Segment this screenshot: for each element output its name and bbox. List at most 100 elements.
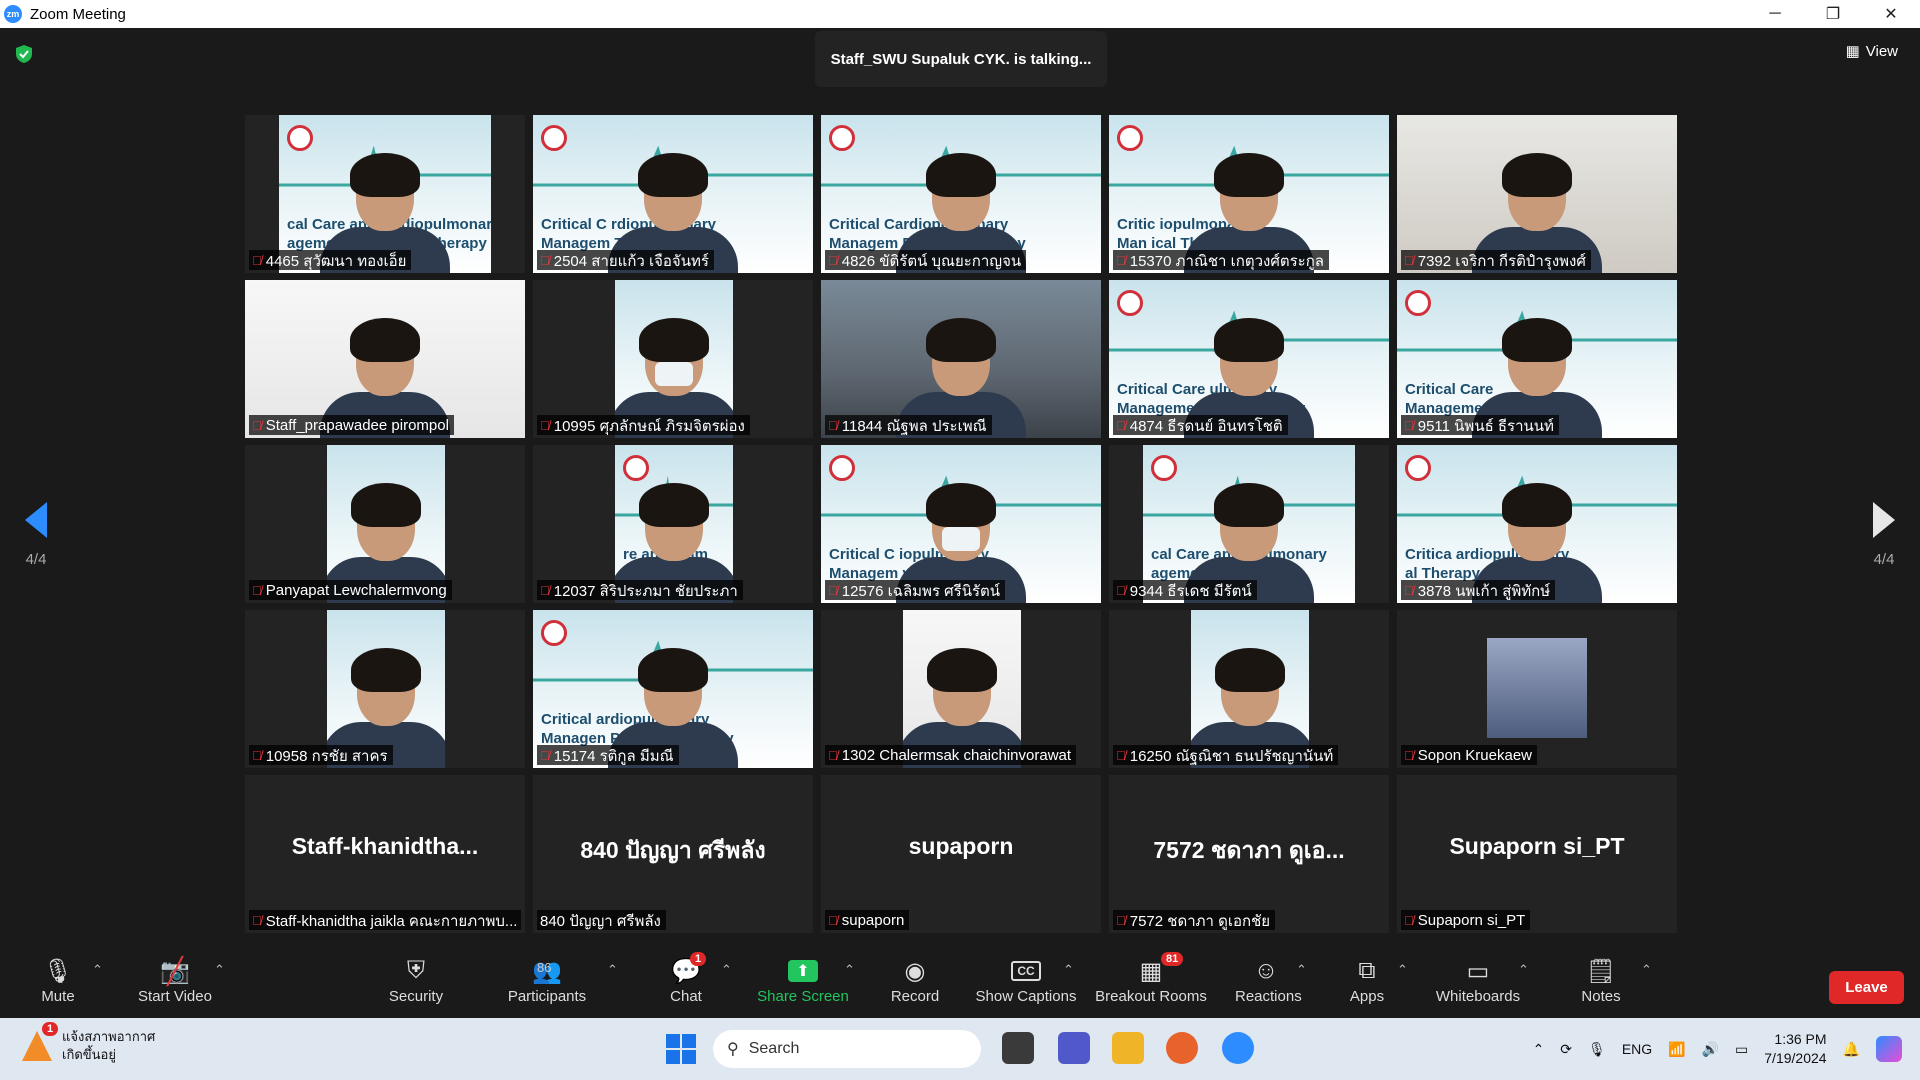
show-captions-button[interactable]: CC Show Captions <box>975 956 1077 1005</box>
video-tile[interactable]: Critical Care Manageme 🎙̸ 9511 นิพนธ์ ธีราน… <box>1397 280 1677 438</box>
battery-icon[interactable]: ▭ <box>1735 1041 1748 1058</box>
arrow-left-icon[interactable] <box>23 500 49 540</box>
view-button[interactable]: ▦ View <box>1845 42 1898 61</box>
name-only-tile[interactable]: 840 ปัญญา ศรีพลัง 840 ปัญญา ศรีพลัง <box>533 775 813 933</box>
video-tile[interactable]: cal Care and C ulmonaryagement for Thera… <box>1109 445 1389 603</box>
participant-head <box>1215 648 1285 726</box>
name-only-tile[interactable]: Staff-khanidtha... 🎙̸ Staff-khanidtha jaik… <box>245 775 525 933</box>
name-only-tile[interactable]: supaporn 🎙̸ supaporn <box>821 775 1101 933</box>
participant-display-name: supaporn <box>908 833 1014 859</box>
windows-start-icon[interactable] <box>666 1034 696 1064</box>
file-explorer-icon[interactable] <box>1112 1032 1144 1064</box>
wifi-icon[interactable]: 📶 <box>1668 1041 1685 1058</box>
video-tile[interactable]: 🎙̸ 10995 ศุภลักษณ์ ภิรมจิตรผ่อง <box>533 280 813 438</box>
breakout-rooms-button[interactable]: ▦ 81 Breakout Rooms <box>1095 952 1207 1005</box>
video-tile[interactable]: Critical C iopulmonaryManagem ysical The… <box>821 445 1101 603</box>
participant-name-label: 🎙̸ Staff_prapawadee pirompol <box>249 415 454 435</box>
video-tile[interactable]: Critica ardiopulmonary al Therapy 🎙̸ 3878 … <box>1397 445 1677 603</box>
captions-caret[interactable]: ⌃ <box>1063 962 1074 978</box>
participants-caret[interactable]: ⌃ <box>607 962 618 978</box>
video-tile[interactable]: 🎙̸ 1302 Chalermsak chaichinvorawat <box>821 610 1101 768</box>
task-view-icon[interactable] <box>1002 1032 1034 1064</box>
video-tile[interactable]: Critical CardiopulmonaryManagem Physical… <box>821 115 1101 273</box>
weather-subtitle: เกิดขึ้นอยู่ <box>62 1047 116 1062</box>
microphone-tray-icon[interactable]: 🎙 <box>1588 1041 1606 1058</box>
video-tile[interactable]: Critical Care ulmonaryManagement f cal T… <box>1109 280 1389 438</box>
video-tile[interactable]: re and pulmnt for al Th🎙̸12037 สิริประภม… <box>533 445 813 603</box>
chat-button[interactable]: 💬 1 Chat <box>666 952 707 1005</box>
apps-button[interactable]: ⧉ Apps <box>1349 956 1385 1005</box>
video-tile[interactable]: 🎙̸ Panyapat Lewchalermvong <box>245 445 525 603</box>
zoom-taskbar-icon[interactable] <box>1222 1032 1254 1064</box>
notification-bell-icon[interactable]: 🔔 <box>1843 1041 1860 1058</box>
participant-name-label: 🎙̸ supaporn <box>825 910 910 930</box>
arrow-right-icon[interactable] <box>1871 500 1897 540</box>
participants-button[interactable]: 👥 86 Participants <box>505 956 589 1006</box>
record-button[interactable]: ◉ Record <box>889 956 941 1006</box>
notes-button[interactable]: 🗒 Notes <box>1578 956 1624 1006</box>
video-tile[interactable]: Critic iopulmonary Man ical Therapy 🎙̸ 1537… <box>1109 115 1389 273</box>
share-screen-label: Share Screen <box>757 988 849 1005</box>
chat-badge: 1 <box>690 952 707 966</box>
captions-label: Show Captions <box>975 988 1077 1005</box>
chat-caret[interactable]: ⌃ <box>721 962 732 978</box>
participant-display-name: 7572 ชดาภา ดูเอ... <box>1153 837 1345 863</box>
copilot-icon[interactable] <box>1876 1036 1902 1062</box>
share-screen-button[interactable]: ⬆ Share Screen <box>756 956 850 1005</box>
video-options-caret[interactable]: ⌃ <box>214 962 225 978</box>
minimize-button[interactable]: ─ <box>1746 0 1804 28</box>
notes-caret[interactable]: ⌃ <box>1641 962 1652 978</box>
mute-button[interactable]: 🎙 Mute <box>34 956 82 1006</box>
encryption-shield-icon[interactable] <box>14 44 34 64</box>
participant-head <box>927 648 997 726</box>
participant-name-label: 🎙̸ 7572 ชดาภา ดูเอกชัย <box>1113 910 1276 930</box>
grid-icon: ▦ <box>1845 43 1860 60</box>
faculty-logo-icon <box>1405 455 1431 481</box>
taskbar-search[interactable]: ⚲ Search <box>713 1030 981 1068</box>
apps-caret[interactable]: ⌃ <box>1397 962 1408 978</box>
whiteboards-button[interactable]: ▭ Whiteboards <box>1433 956 1523 1006</box>
name-only-tile[interactable]: Supaporn si_PT 🎙̸ Supaporn si_PT <box>1397 775 1677 933</box>
leave-button[interactable]: Leave <box>1829 971 1904 1004</box>
name-only-tile[interactable]: 7572 ชดาภา ดูเอ... 🎙̸ 7572 ชดาภา ดูเอกชัย <box>1109 775 1389 933</box>
language-indicator[interactable]: ENG <box>1622 1041 1652 1057</box>
volume-icon[interactable]: 🔊 <box>1702 1041 1719 1058</box>
chevron-up-icon[interactable]: ⌃ <box>1533 1041 1545 1058</box>
mic-muted-icon: 🎙̸ <box>252 583 262 598</box>
sync-icon[interactable]: ⟳ <box>1560 1041 1572 1058</box>
video-tile[interactable]: 🎙̸ Staff_prapawadee pirompol <box>245 280 525 438</box>
system-tray: ⌃ ⟳ 🎙 ENG 📶 🔊 ▭ 1:36 PM 7/19/2024 🔔 <box>1533 1018 1920 1080</box>
reactions-button[interactable]: ☺ Reactions <box>1235 956 1302 1005</box>
weather-widget[interactable]: 1 แจ้งสภาพอากาศ เกิดขึ้นอยู่ <box>22 1022 155 1064</box>
video-tile[interactable]: 🎙̸ 11844 ณัฐพล ประเพณี <box>821 280 1101 438</box>
share-caret[interactable]: ⌃ <box>844 962 855 978</box>
video-tile[interactable]: 🎙̸ 10958 กรชัย สาคร <box>245 610 525 768</box>
firefox-icon[interactable] <box>1166 1032 1198 1064</box>
prev-page[interactable]: 4/4 <box>13 500 59 568</box>
mic-muted-icon: 🎙̸ <box>252 748 262 763</box>
mic-muted-icon: 🎙̸ <box>828 253 838 268</box>
close-button[interactable]: ✕ <box>1862 0 1920 28</box>
clock-date: 7/19/2024 <box>1764 1050 1827 1066</box>
clock[interactable]: 1:36 PM 7/19/2024 <box>1764 1030 1826 1068</box>
video-tile[interactable]: 🎙̸ Sopon Kruekaew <box>1397 610 1677 768</box>
video-tile[interactable]: 🎙̸ 16250 ณัฐณิชา ธนปรัชญานันท์ <box>1109 610 1389 768</box>
participant-name-label: 🎙̸ 4874 ธีรดนย์ อินทรโชติ <box>1113 415 1288 435</box>
restore-button[interactable]: ❐ <box>1804 0 1862 28</box>
security-button[interactable]: ⛨ Security <box>388 956 444 1005</box>
participant-hair <box>1215 648 1285 692</box>
video-tile[interactable]: cal Care and C rdiopulmonaryagement for … <box>245 115 525 273</box>
whiteboards-caret[interactable]: ⌃ <box>1518 962 1529 978</box>
start-video-button[interactable]: 📷 ╱ Start Video <box>133 956 217 1006</box>
video-tile[interactable]: Critical C rdiopulmonary Managem Therapy 🎙… <box>533 115 813 273</box>
mic-muted-icon: 🎙̸ <box>540 253 550 268</box>
participant-name: 1302 Chalermsak chaichinvorawat <box>841 747 1072 764</box>
teams-icon[interactable] <box>1058 1032 1090 1064</box>
audio-options-caret[interactable]: ⌃ <box>92 962 103 978</box>
video-tile[interactable]: 🎙̸ 7392 เจริกา กีรติปำรุงพงศ์ <box>1397 115 1677 273</box>
video-tile[interactable]: Critical ardiopulmonaryManagen Physical … <box>533 610 813 768</box>
participant-name-label: 🎙̸ 12576 เฉลิมพร ศรีนิรัตน์ <box>825 580 1006 600</box>
mic-muted-icon: 🎙̸ <box>1404 583 1414 598</box>
next-page[interactable]: 4/4 <box>1861 500 1907 568</box>
reactions-caret[interactable]: ⌃ <box>1296 962 1307 978</box>
